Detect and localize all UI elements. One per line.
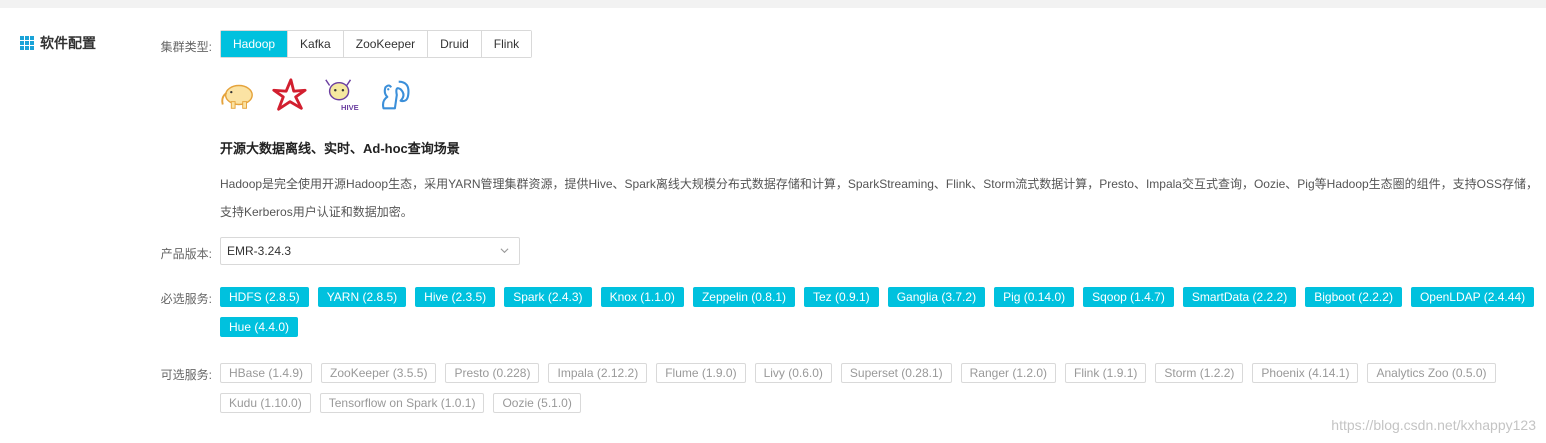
hive-bee-icon: HIVE xyxy=(325,79,359,112)
scenario-headline: 开源大数据离线、实时、Ad-hoc查询场景 xyxy=(220,141,460,156)
optional-service-checkbox[interactable]: Tensorflow on Spark (1.0.1) xyxy=(319,393,485,413)
service-tag: HDFS (2.8.5) xyxy=(220,287,309,307)
service-tag: SmartData (2.2.2) xyxy=(1182,287,1297,307)
optional-services-label: 可选服务: xyxy=(160,368,212,382)
product-version-value: EMR-3.24.3 xyxy=(227,244,292,258)
scenario-description: Hadoop是完全使用开源Hadoop生态，采用YARN管理集群资源，提供Hiv… xyxy=(220,177,1539,219)
tab-flink[interactable]: Flink xyxy=(481,31,532,57)
optional-service-checkbox[interactable]: Presto (0.228) xyxy=(445,363,540,383)
optional-service-checkbox[interactable]: Superset (0.28.1) xyxy=(840,363,952,383)
optional-service-checkbox[interactable]: Livy (0.6.0) xyxy=(754,363,832,383)
service-tag: YARN (2.8.5) xyxy=(317,287,407,307)
cluster-type-tabs: Hadoop Kafka ZooKeeper Druid Flink xyxy=(220,30,533,58)
service-tag: Spark (2.4.3) xyxy=(504,287,592,307)
optional-service-checkbox[interactable]: ZooKeeper (3.5.5) xyxy=(321,363,437,383)
service-tag: Knox (1.1.0) xyxy=(600,287,684,307)
tab-zookeeper[interactable]: ZooKeeper xyxy=(343,31,429,57)
optional-service-checkbox[interactable]: Flink (1.9.1) xyxy=(1065,363,1147,383)
optional-services-row-1: HBase (1.4.9) ZooKeeper (3.5.5) Presto (… xyxy=(220,363,1496,383)
chevron-down-icon xyxy=(500,248,509,254)
section-title-label: 软件配置 xyxy=(40,35,96,51)
tab-druid[interactable]: Druid xyxy=(428,31,482,57)
product-version-label: 产品版本: xyxy=(160,247,212,261)
service-tag: Sqoop (1.4.7) xyxy=(1083,287,1174,307)
service-tag: Pig (0.14.0) xyxy=(994,287,1075,307)
hadoop-elephant-icon xyxy=(221,84,253,109)
optional-service-checkbox[interactable]: Flume (1.9.0) xyxy=(656,363,746,383)
optional-service-checkbox[interactable]: Oozie (5.1.0) xyxy=(493,393,581,413)
service-tag: Hive (2.3.5) xyxy=(415,287,496,307)
svg-text:HIVE: HIVE xyxy=(341,103,359,112)
optional-service-checkbox[interactable]: Ranger (1.2.0) xyxy=(960,363,1057,383)
squirrel-icon xyxy=(381,80,410,110)
service-tag: Hue (4.4.0) xyxy=(220,317,299,337)
software-config-card: 软件配置 集群类型: Hadoop Kafka ZooKeeper Druid … xyxy=(0,8,1546,443)
product-version-select[interactable]: EMR-3.24.3 xyxy=(220,237,520,265)
grid-icon xyxy=(20,36,34,50)
watermark: https://blog.csdn.net/kxhappy123 xyxy=(1331,417,1536,433)
ecosystem-logos: HIVE xyxy=(218,76,412,114)
optional-service-checkbox[interactable]: Storm (1.2.2) xyxy=(1155,363,1244,383)
service-tag: OpenLDAP (2.4.44) xyxy=(1410,287,1535,307)
optional-service-checkbox[interactable]: HBase (1.4.9) xyxy=(220,363,313,383)
spark-star-icon xyxy=(272,78,307,111)
service-tag: Tez (0.9.1) xyxy=(803,287,879,307)
service-tag: Ganglia (3.7.2) xyxy=(887,287,986,307)
optional-service-checkbox[interactable]: Impala (2.12.2) xyxy=(548,363,648,383)
optional-service-checkbox[interactable]: Phoenix (4.14.1) xyxy=(1252,363,1359,383)
required-services-label: 必选服务: xyxy=(160,292,212,306)
cluster-type-label: 集群类型: xyxy=(160,40,212,54)
section-title: 软件配置 xyxy=(20,33,96,53)
tab-kafka[interactable]: Kafka xyxy=(288,31,344,57)
tab-hadoop[interactable]: Hadoop xyxy=(221,31,289,57)
optional-services-row-2: Kudu (1.10.0) Tensorflow on Spark (1.0.1… xyxy=(220,393,581,413)
required-services-row-2: Hue (4.4.0) xyxy=(220,317,299,337)
optional-service-checkbox[interactable]: Kudu (1.10.0) xyxy=(220,393,311,413)
service-tag: Bigboot (2.2.2) xyxy=(1305,287,1402,307)
required-services-row-1: HDFS (2.8.5) YARN (2.8.5) Hive (2.3.5) S… xyxy=(220,287,1535,307)
service-tag: Zeppelin (0.8.1) xyxy=(692,287,795,307)
optional-service-checkbox[interactable]: Analytics Zoo (0.5.0) xyxy=(1367,363,1496,383)
